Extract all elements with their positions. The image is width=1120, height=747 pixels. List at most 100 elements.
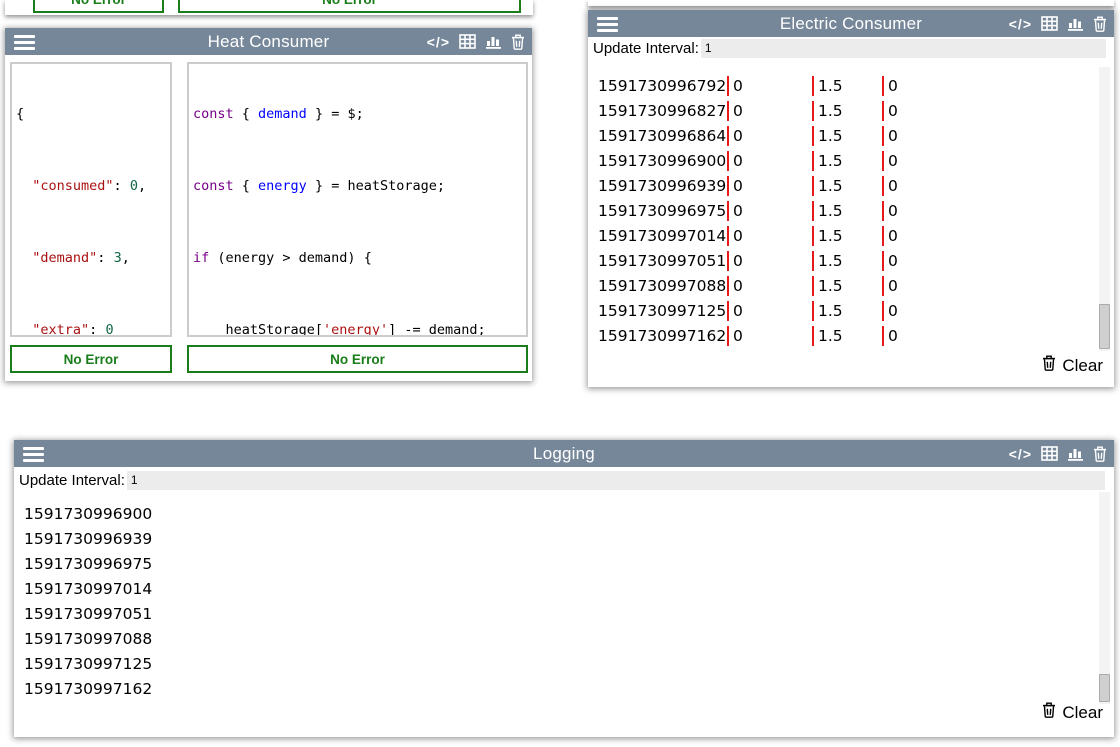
table-cell-value: 1.5 (812, 251, 882, 271)
table-row: 1591730997014 0 1.5 0 (598, 226, 1096, 246)
data-table: 1591730996792 0 1.5 0 1591730996827 0 1.… (598, 76, 1096, 351)
table-cell-value: 0 (882, 326, 1096, 346)
table-cell-value: 0 (727, 276, 812, 296)
table-row: 1591730997162 0 1.5 0 (598, 326, 1096, 346)
table-icon[interactable] (459, 34, 476, 49)
trash-icon[interactable] (1093, 446, 1107, 462)
table-cell-value: 1.5 (812, 301, 882, 321)
update-interval-input[interactable]: 1 (127, 471, 1105, 490)
log-entry: 1591730996975 (24, 554, 1094, 574)
table-icon[interactable] (1041, 16, 1058, 31)
table-cell-value: 0 (882, 201, 1096, 221)
no-error-button[interactable]: No Error (187, 345, 528, 373)
table-cell-value: 1.5 (812, 226, 882, 246)
chart-icon[interactable] (485, 34, 502, 49)
table-cell-value: 0 (882, 276, 1096, 296)
table-row: 1591730996864 0 1.5 0 (598, 126, 1096, 146)
update-interval-input[interactable]: 1 (701, 39, 1106, 58)
table-row: 1591730996827 0 1.5 0 (598, 101, 1096, 121)
state-json-editor[interactable]: { "consumed": 0, "demand": 3, "extra": 0… (10, 62, 172, 337)
code-line: "demand": 3, (16, 249, 166, 267)
code-icon[interactable]: </> (427, 34, 450, 50)
code-icon[interactable]: </> (1009, 16, 1032, 32)
table-cell-value: 1.5 (812, 151, 882, 171)
table-cell-value: 0 (882, 301, 1096, 321)
no-error-button[interactable]: No Error (33, 0, 164, 13)
table-cell-timestamp: 1591730997125 (598, 301, 727, 321)
code-icon[interactable]: </> (1009, 446, 1032, 462)
code-line: if (energy > demand) { (193, 249, 522, 267)
table-cell-value: 0 (882, 101, 1096, 121)
table-cell-value: 0 (727, 126, 812, 146)
table-cell-value: 0 (882, 151, 1096, 171)
table-cell-value: 1.5 (812, 126, 882, 146)
table-row: 1591730997051 0 1.5 0 (598, 251, 1096, 271)
panel-header: Electric Consumer </> (588, 10, 1114, 37)
no-error-button[interactable]: No Error (178, 0, 521, 13)
log-entry: 1591730996939 (24, 529, 1094, 549)
table-cell-timestamp: 1591730996827 (598, 101, 727, 121)
table-row: 1591730996939 0 1.5 0 (598, 176, 1096, 196)
log-entry: 1591730997088 (24, 629, 1094, 649)
table-cell-value: 0 (727, 176, 812, 196)
log-list: 1591730996900 1591730996939 159173099697… (24, 504, 1094, 704)
table-row: 1591730996975 0 1.5 0 (598, 201, 1096, 221)
table-cell-value: 0 (727, 301, 812, 321)
no-error-button[interactable]: No Error (10, 345, 172, 373)
code-editor[interactable]: const { demand } = $; const { energy } =… (187, 62, 528, 337)
table-cell-value: 0 (882, 251, 1096, 271)
table-cell-timestamp: 1591730996975 (598, 201, 727, 221)
table-cell-timestamp: 1591730997088 (598, 276, 727, 296)
code-line: const { energy } = heatStorage; (193, 177, 522, 195)
table-cell-timestamp: 1591730997014 (598, 226, 727, 246)
code-line: "consumed": 0, (16, 177, 166, 195)
scrollbar[interactable] (1099, 492, 1110, 704)
table-cell-value: 1.5 (812, 326, 882, 346)
clear-button[interactable]: Clear (1042, 355, 1103, 376)
update-interval-label: Update Interval: (593, 40, 701, 57)
scrollbar[interactable] (1099, 67, 1110, 351)
electric-consumer-panel: Electric Consumer </> Update Interval: 1… (588, 10, 1114, 387)
code-line: heatStorage['energy'] -= demand; (193, 321, 522, 337)
table-cell-value: 1.5 (812, 76, 882, 96)
chart-icon[interactable] (1067, 16, 1084, 31)
table-cell-timestamp: 1591730997162 (598, 326, 727, 346)
trash-icon[interactable] (511, 34, 525, 50)
trash-icon[interactable] (1093, 16, 1107, 32)
heat-consumer-panel: Heat Consumer </> { "consumed": 0, "dema… (5, 28, 532, 381)
code-line: { (16, 105, 166, 123)
table-icon[interactable] (1041, 446, 1058, 461)
table-cell-value: 0 (727, 76, 812, 96)
clear-button[interactable]: Clear (1042, 702, 1103, 723)
table-row: 1591730996792 0 1.5 0 (598, 76, 1096, 96)
panel-header: Heat Consumer </> (5, 28, 532, 55)
table-cell-value: 0 (727, 101, 812, 121)
table-cell-value: 0 (882, 176, 1096, 196)
update-interval-label: Update Interval: (19, 472, 127, 489)
cutoff-panel-top: No Error No Error (5, 0, 533, 15)
table-cell-timestamp: 1591730996900 (598, 151, 727, 171)
table-row: 1591730997125 0 1.5 0 (598, 301, 1096, 321)
table-cell-timestamp: 1591730997051 (598, 251, 727, 271)
trash-icon (1042, 355, 1056, 376)
code-line: const { demand } = $; (193, 105, 522, 123)
scrollbar-thumb[interactable] (1099, 674, 1110, 702)
table-cell-timestamp: 1591730996792 (598, 76, 727, 96)
table-cell-timestamp: 1591730996939 (598, 176, 727, 196)
chart-icon[interactable] (1067, 446, 1084, 461)
log-entry: 1591730997162 (24, 679, 1094, 699)
cutoff-panel-strip (588, 0, 1114, 6)
scrollbar-thumb[interactable] (1099, 304, 1110, 349)
table-cell-value: 1.5 (812, 101, 882, 121)
table-cell-value: 1.5 (812, 176, 882, 196)
table-cell-value: 0 (727, 326, 812, 346)
logging-panel: Logging </> Update Interval: 1 159173099… (14, 440, 1114, 737)
log-entry: 1591730997051 (24, 604, 1094, 624)
table-cell-value: 0 (727, 226, 812, 246)
log-entry: 1591730997014 (24, 579, 1094, 599)
clear-label: Clear (1062, 356, 1103, 376)
table-cell-value: 0 (727, 151, 812, 171)
table-row: 1591730996900 0 1.5 0 (598, 151, 1096, 171)
table-cell-value: 0 (882, 226, 1096, 246)
table-cell-timestamp: 1591730996864 (598, 126, 727, 146)
